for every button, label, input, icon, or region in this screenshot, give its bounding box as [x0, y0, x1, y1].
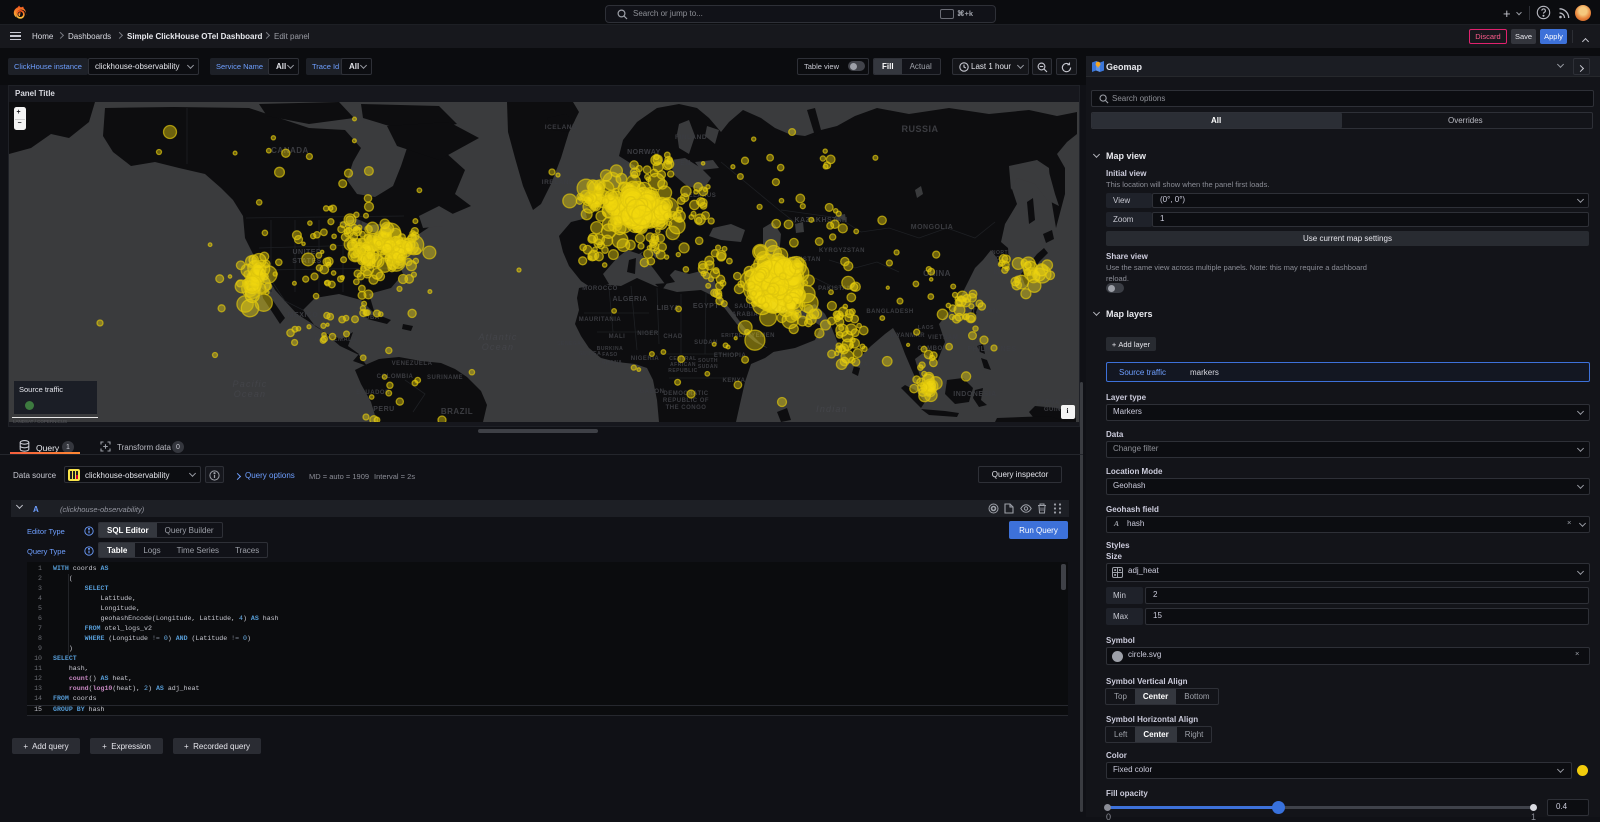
svg-text:LAOS: LAOS: [918, 325, 934, 331]
svg-text:MAURITANIA: MAURITANIA: [579, 317, 622, 323]
svg-text:MONGOLIA: MONGOLIA: [911, 224, 954, 231]
svg-text:BRAZIL: BRAZIL: [441, 407, 473, 416]
svg-text:ARABIA: ARABIA: [732, 312, 758, 318]
svg-text:Pacific: Pacific: [233, 379, 268, 389]
svg-text:CHAD: CHAD: [663, 334, 682, 340]
svg-text:VENEZUELA: VENEZUELA: [392, 361, 433, 367]
svg-text:SURINAME: SURINAME: [427, 375, 463, 381]
svg-text:Ocean: Ocean: [482, 342, 515, 352]
svg-text:SUDAN: SUDAN: [698, 364, 718, 370]
svg-text:MYANMAR: MYANMAR: [891, 333, 925, 339]
svg-text:Indian: Indian: [816, 404, 848, 414]
svg-text:Atlantic: Atlantic: [477, 332, 517, 342]
svg-text:GABON: GABON: [640, 389, 665, 395]
svg-text:GUINEA: GUINEA: [579, 351, 601, 357]
svg-text:INDONESIA: INDONESIA: [953, 391, 996, 398]
svg-text:EGYPT: EGYPT: [693, 303, 719, 310]
svg-text:NIGERIA: NIGERIA: [631, 356, 660, 362]
svg-text:MEXICO: MEXICO: [288, 312, 319, 319]
svg-text:ALGERIA: ALGERIA: [613, 296, 648, 303]
svg-text:FASO: FASO: [602, 352, 618, 358]
svg-text:Ocean: Ocean: [234, 389, 267, 399]
svg-text:ICELAND: ICELAND: [545, 124, 577, 131]
svg-text:MALI: MALI: [609, 334, 626, 340]
svg-text:REPUBLIC: REPUBLIC: [668, 368, 698, 374]
svg-text:DEMOCRATIC: DEMOCRATIC: [663, 391, 708, 397]
svg-text:PERU: PERU: [373, 406, 394, 413]
svg-text:NIGER: NIGER: [637, 331, 659, 337]
svg-text:REPUBLIC OF: REPUBLIC OF: [663, 398, 709, 404]
svg-text:KYRGYZSTAN: KYRGYZSTAN: [819, 248, 865, 254]
svg-text:IRELAND: IRELAND: [542, 179, 574, 186]
svg-text:RUSSIA: RUSSIA: [901, 124, 938, 134]
svg-text:THE CONGO: THE CONGO: [666, 405, 707, 411]
svg-text:FINLAND: FINLAND: [675, 134, 707, 141]
svg-text:MOROCCO: MOROCCO: [582, 286, 618, 292]
svg-text:GHANA: GHANA: [602, 360, 623, 366]
svg-text:TAIWAN: TAIWAN: [972, 309, 998, 315]
svg-text:SENEGAL: SENEGAL: [557, 341, 585, 347]
svg-text:VIETNAM: VIETNAM: [928, 335, 959, 341]
svg-text:BANGLADESH: BANGLADESH: [866, 309, 913, 315]
